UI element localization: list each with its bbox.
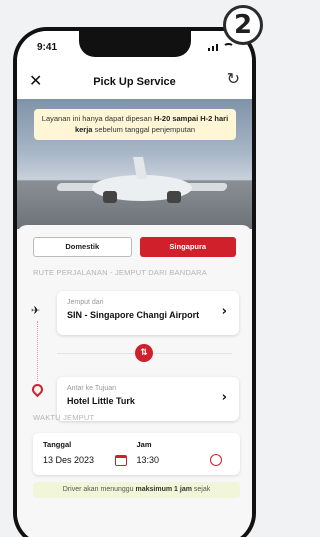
time-label: Jam — [136, 440, 152, 449]
refresh-icon[interactable]: ↻ — [227, 69, 240, 88]
tab-singapore[interactable]: Singapura — [139, 237, 236, 257]
driver-wait-info: Driver akan menunggu maksimum 1 jam seja… — [33, 482, 240, 498]
phone-frame: 9:41 ✕ Pick Up Service ↻ Layanan ini han… — [13, 27, 256, 537]
close-icon[interactable]: ✕ — [29, 71, 42, 90]
to-value: Hotel Little Turk — [67, 396, 135, 406]
info-suffix: sejak — [193, 486, 211, 493]
airplane-engine — [103, 191, 117, 203]
info-prefix: Driver akan menunggu — [62, 486, 134, 493]
to-label: Antar ke Tujuan — [67, 385, 117, 392]
top-app-bar: ✕ Pick Up Service ↻ — [17, 65, 252, 99]
route-section-label: RUTE PERJALANAN - JEMPUT DARI BANDARA — [33, 268, 207, 277]
date-label: Tanggal — [43, 440, 72, 449]
route-block: ✈ Jemput dari SIN - Singapore Changi Air… — [17, 287, 252, 427]
alarm-clock-icon[interactable] — [210, 454, 222, 466]
tab-domestic[interactable]: Domestik — [33, 237, 132, 257]
from-label: Jemput dari — [67, 299, 104, 306]
from-value: SIN - Singapore Changi Airport — [67, 310, 200, 320]
calendar-icon[interactable] — [114, 455, 127, 466]
region-toggle: Domestik Singapura — [17, 237, 252, 257]
route-connector — [37, 321, 38, 381]
airplane-icon: ✈ — [31, 304, 41, 317]
hero-airport-image: Layanan ini hanya dapat dipesan H-20 sam… — [17, 99, 252, 229]
app-screen: 9:41 ✕ Pick Up Service ↻ Layanan ini han… — [17, 31, 252, 537]
pickup-time-section-label: WAKTU JEMPUT — [33, 413, 95, 422]
chevron-right-icon: › — [221, 304, 227, 319]
booking-notice: Layanan ini hanya dapat dipesan H-20 sam… — [34, 109, 236, 140]
location-pin-icon — [29, 381, 46, 398]
step-badge: 2 — [223, 5, 263, 45]
time-field[interactable]: Jam 13:30 — [137, 440, 231, 468]
status-time: 9:41 — [37, 42, 58, 53]
phone-notch — [79, 31, 191, 57]
swap-route-button[interactable]: ⇅ — [135, 344, 153, 362]
chevron-right-icon: › — [221, 390, 227, 405]
page-title: Pick Up Service — [93, 76, 176, 88]
airplane-engine — [167, 191, 181, 203]
notice-suffix: sebelum tanggal penjemputan — [94, 124, 196, 134]
signal-wifi-battery-icon — [208, 43, 234, 51]
pickup-from-card[interactable]: Jemput dari SIN - Singapore Changi Airpo… — [57, 291, 239, 335]
pickup-time-card: Tanggal 13 Des 2023 Jam 13:30 — [33, 433, 240, 475]
date-field[interactable]: Tanggal 13 Des 2023 — [43, 440, 137, 468]
info-highlight: maksimum 1 jam — [135, 486, 192, 493]
notice-prefix: Layanan ini hanya dapat dipesan — [41, 114, 152, 123]
